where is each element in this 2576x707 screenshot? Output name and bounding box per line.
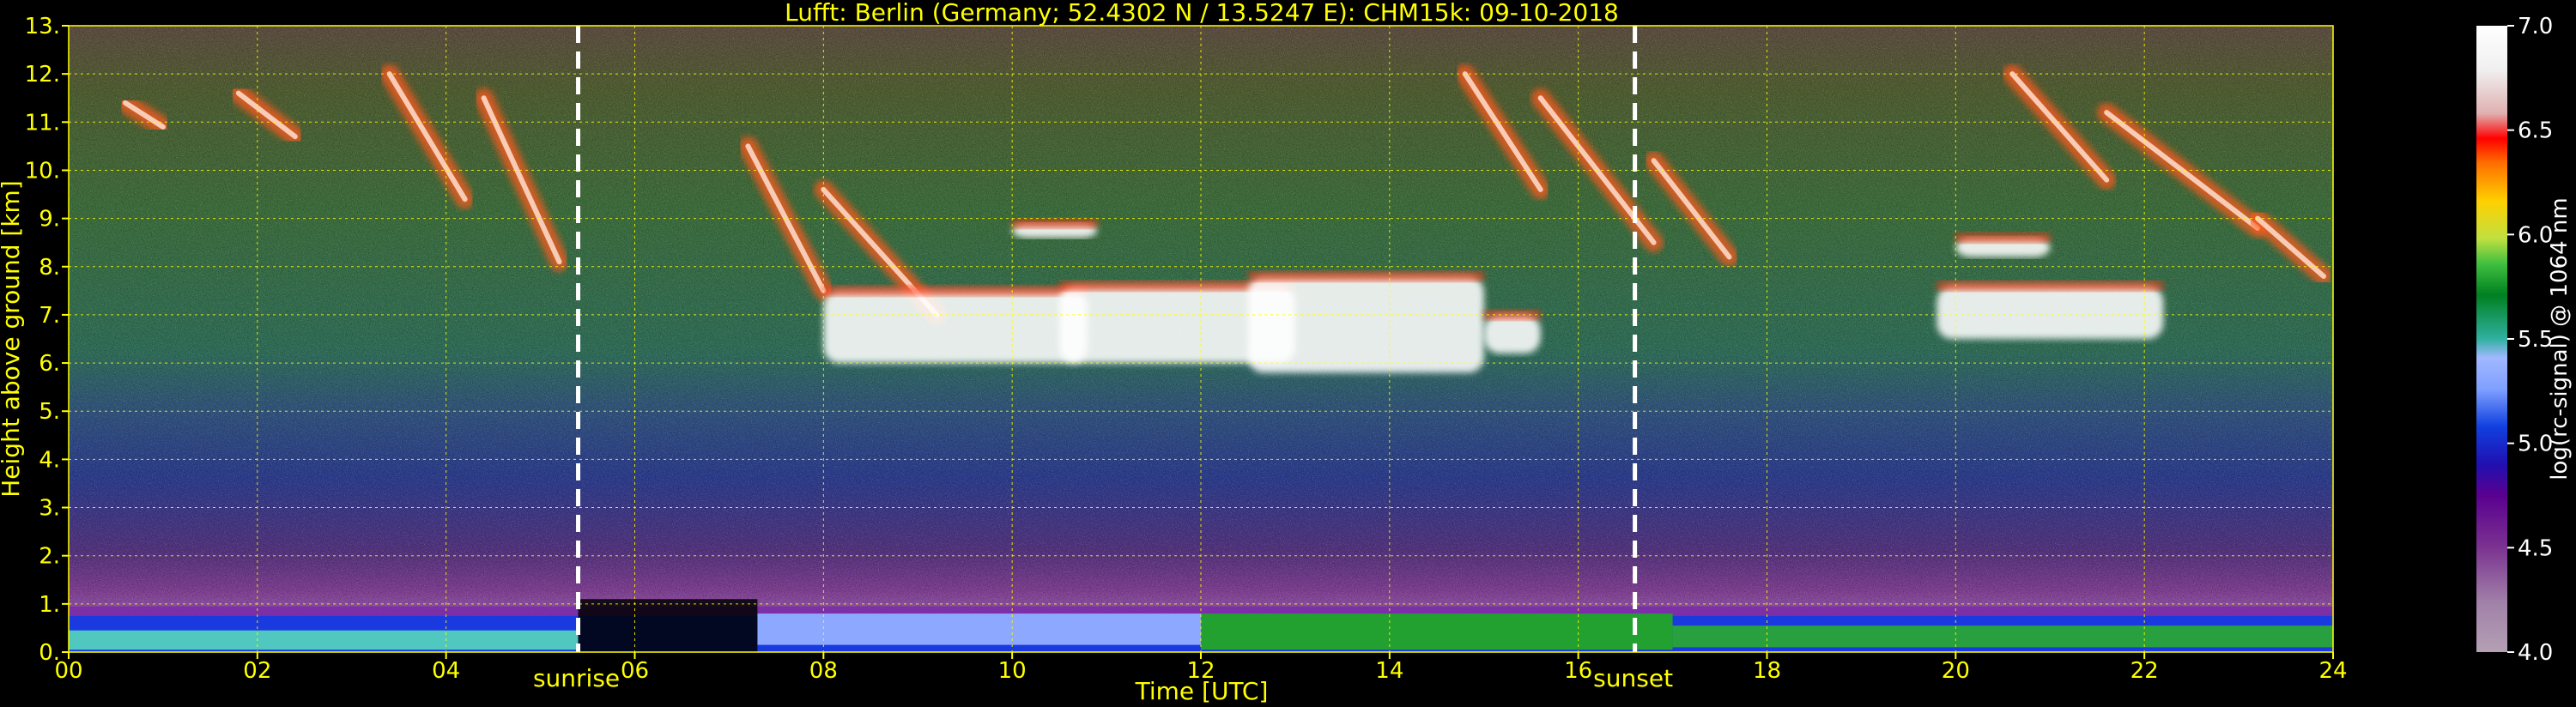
cloud-layer <box>823 290 1088 364</box>
y-tick-label: 0. <box>39 640 60 666</box>
colorbar-tick-label: 4.0 <box>2518 640 2553 666</box>
x-tick-label: 22 <box>2131 658 2159 684</box>
x-tick-label: 10 <box>998 658 1027 684</box>
cloud-edge <box>1937 281 2164 292</box>
x-tick-label: 02 <box>243 658 271 684</box>
cloud-layer <box>1483 314 1541 354</box>
y-tick-label: 6. <box>39 351 60 377</box>
x-tick-label: 20 <box>1942 658 1970 684</box>
colorbar-tick-label: 6.5 <box>2518 118 2553 144</box>
y-tick-label: 9. <box>39 207 60 233</box>
y-tick-label: 5. <box>39 399 60 425</box>
chart-title: Lufft: Berlin (Germany; 52.4302 N / 13.5… <box>785 0 1619 27</box>
cloud-edge <box>1247 271 1484 281</box>
cloud-layer <box>1247 276 1484 373</box>
x-tick-label: 04 <box>432 658 460 684</box>
y-tick-label: 11. <box>25 110 60 136</box>
y-tick-label: 3. <box>39 496 60 522</box>
boundary-layer-early <box>69 630 579 650</box>
colorbar <box>2476 26 2507 652</box>
x-tick-label: 16 <box>1564 658 1592 684</box>
cloud-edge <box>823 285 1088 296</box>
y-tick-label: 13. <box>25 14 60 39</box>
annotation-label: sunset <box>1593 664 1673 692</box>
y-tick-label: 10. <box>25 158 60 184</box>
cloud-edge <box>1012 218 1098 229</box>
cloud-layer <box>1937 286 2164 339</box>
x-tick-label: 24 <box>2318 658 2347 684</box>
lidar-chart: sunrise sunset 00 02 04 06 08 10 12 14 16 18 20 22 24… <box>0 0 2573 705</box>
boundary-layer-green <box>1201 613 1673 650</box>
x-tick-label: 08 <box>809 658 838 684</box>
y-tick-label: 2. <box>39 544 60 570</box>
y-tick-label: 4. <box>39 447 60 473</box>
colorbar-tick-label: 4.5 <box>2518 535 2553 561</box>
data-gap <box>578 599 758 652</box>
y-tick-label: 12. <box>25 62 60 88</box>
y-axis-label: Height above ground [km] <box>0 180 25 498</box>
x-tick-label: 14 <box>1375 658 1403 684</box>
y-tick-label: 1. <box>39 592 60 618</box>
x-axis-label: Time [UTC] <box>1135 677 1269 705</box>
x-tick-label: 18 <box>1753 658 1781 684</box>
colorbar-tick-label: 7.0 <box>2518 14 2553 39</box>
y-tick-label: 8. <box>39 255 60 281</box>
cloud-edge <box>1955 233 2051 244</box>
colorbar-label: log(rc-signal) @ 1064 nm <box>2547 197 2573 480</box>
boundary-layer-green-late <box>1672 625 2333 648</box>
y-axis-ticks: 0. 1. 2. 3. 4. 5. 6. 7. 8. 9. 10. 11. 12. 13. <box>25 14 69 666</box>
x-tick-label: 06 <box>621 658 649 684</box>
boundary-layer-light <box>757 613 1201 645</box>
annotation-label: sunrise <box>533 664 620 692</box>
y-tick-label: 7. <box>39 303 60 329</box>
